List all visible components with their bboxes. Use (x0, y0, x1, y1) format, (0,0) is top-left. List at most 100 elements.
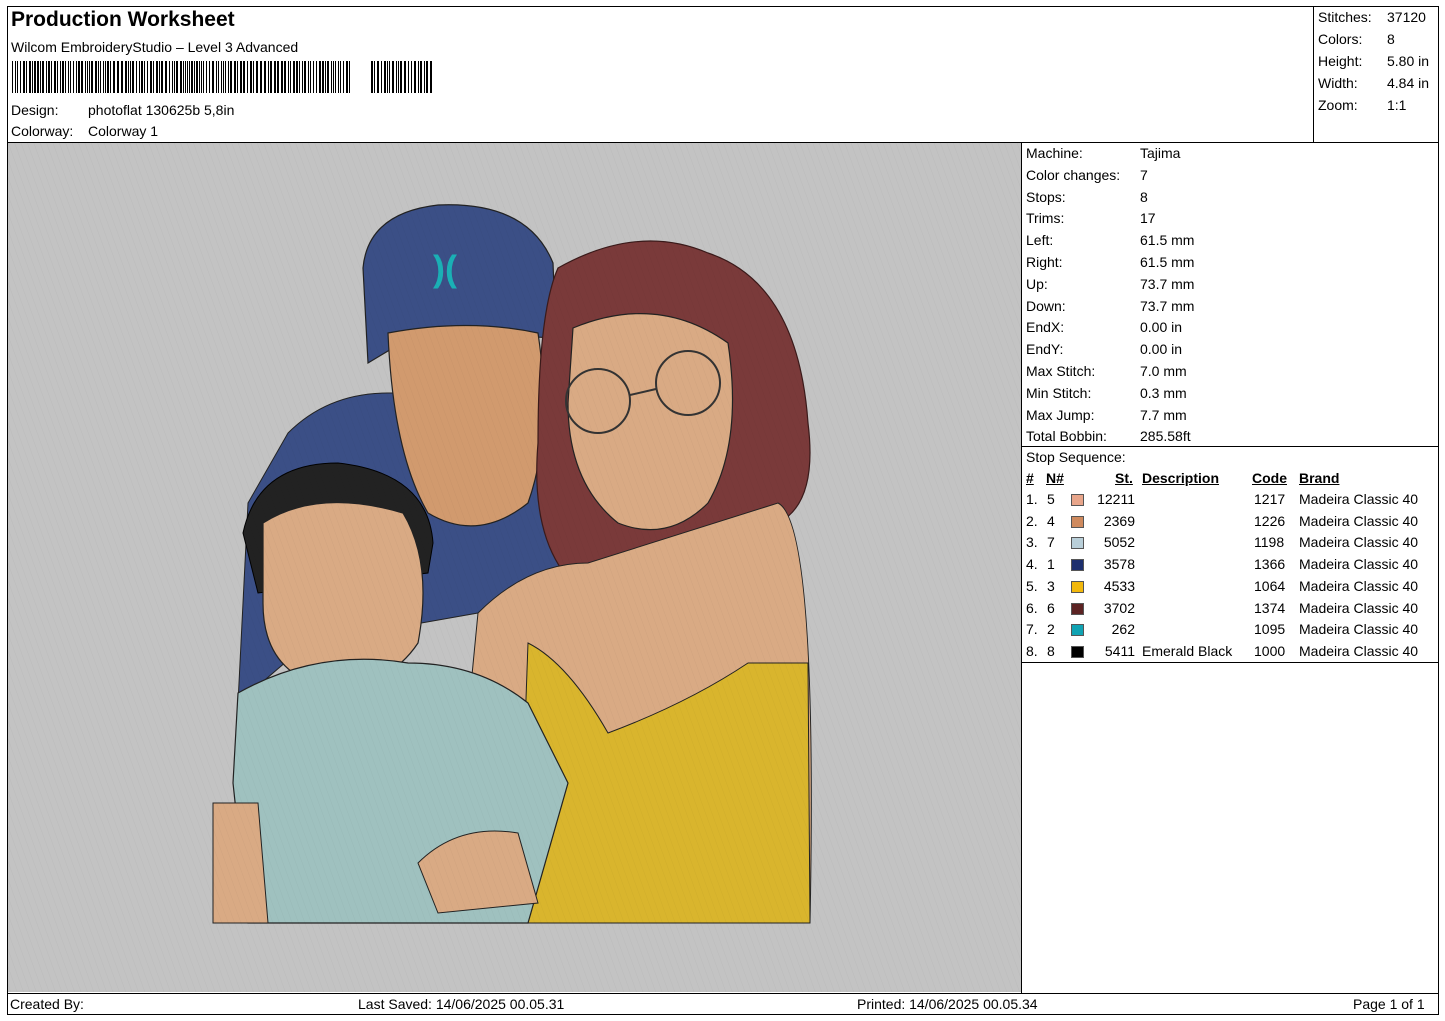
info-label: Up: (1026, 275, 1048, 292)
stop-row: 5. 3 4533 1064 Madeira Classic 40 (1022, 577, 1438, 599)
info-row: Color changes: 7 (1022, 165, 1438, 187)
thread-color-swatch (1071, 624, 1084, 637)
stop-brand: Madeira Classic 40 (1299, 642, 1419, 659)
info-label: Min Stitch: (1026, 384, 1092, 401)
info-value: 61.5 mm (1140, 232, 1195, 249)
stop-row: 3. 7 5052 1198 Madeira Classic 40 (1022, 533, 1438, 555)
stop-idx: 2. (1026, 512, 1038, 529)
stop-st: 2369 (1103, 512, 1135, 529)
info-label: Machine: (1026, 145, 1083, 161)
info-row: Right: 61.5 mm (1022, 252, 1438, 274)
info-row: Up: 73.7 mm (1022, 274, 1438, 296)
stat-value: 1:1 (1387, 97, 1407, 113)
info-label: Max Stitch: (1026, 362, 1096, 379)
stat-label: Colors: (1318, 31, 1363, 47)
info-value: 0.00 in (1140, 319, 1183, 336)
stop-n: 7 (1047, 534, 1055, 551)
thread-color-swatch (1071, 645, 1084, 658)
software-name: Wilcom EmbroideryStudio – Level 3 Advanc… (11, 39, 299, 55)
stat-label: Stitches: (1318, 9, 1372, 25)
table-divider (1022, 662, 1439, 663)
design-preview-canvas[interactable]: )( (8, 143, 1021, 992)
info-label: Right: (1026, 253, 1063, 270)
stop-idx: 5. (1026, 577, 1038, 594)
info-divider (1022, 446, 1439, 447)
stat-label: Zoom: (1318, 97, 1358, 113)
info-label: Total Bobbin: (1026, 428, 1107, 445)
stop-code: 1217 (1254, 491, 1286, 507)
stop-idx: 1. (1026, 491, 1038, 507)
stop-idx: 8. (1026, 642, 1038, 659)
stop-brand: Madeira Classic 40 (1299, 621, 1419, 638)
info-row: Max Stitch: 7.0 mm (1022, 361, 1438, 383)
stop-brand: Madeira Classic 40 (1299, 534, 1419, 551)
thread-color-swatch (1071, 537, 1084, 550)
created-by: Created By: (10, 996, 84, 1012)
design-row: Design: photoflat 130625b 5,8in (11, 102, 234, 118)
stat-stitches: Stitches: 37120 (1318, 7, 1436, 29)
thread-color-swatch (1071, 494, 1084, 506)
stop-code: 1374 (1254, 599, 1286, 616)
stat-value: 37120 (1387, 9, 1426, 25)
stop-idx: 4. (1026, 556, 1038, 573)
stop-row: 8. 8 5411 Emerald Black 1000 Madeira Classic … (1022, 642, 1438, 664)
stop-st: 5411 (1104, 642, 1135, 659)
info-row: Down: 73.7 mm (1022, 296, 1438, 318)
stop-code: 1095 (1254, 621, 1286, 638)
col-header-n: N# (1046, 470, 1064, 486)
stop-n: 8 (1047, 642, 1055, 659)
info-value: 61.5 mm (1140, 253, 1195, 270)
col-header-brand: Brand (1299, 470, 1340, 486)
stop-n: 3 (1047, 577, 1055, 594)
stop-brand: Madeira Classic 40 (1299, 556, 1419, 573)
stat-value: 5.80 in (1387, 53, 1430, 69)
stop-st: 5052 (1103, 534, 1135, 551)
info-label: EndY: (1026, 341, 1064, 358)
stop-st: 3578 (1103, 556, 1135, 573)
stop-row: 7. 2 262 1095 Madeira Classic 40 (1022, 620, 1438, 642)
stats-divider (1313, 6, 1314, 143)
last-saved: Last Saved: 14/06/2025 00.05.31 (358, 996, 565, 1012)
stop-n: 1 (1047, 556, 1055, 573)
info-value: 7.7 mm (1140, 406, 1187, 423)
embroidery-design-image: )( (8, 143, 1021, 992)
stop-idx: 7. (1026, 621, 1038, 638)
info-value: 0.00 in (1140, 341, 1183, 358)
info-label: Left: (1026, 232, 1054, 249)
col-header-code: Code (1252, 470, 1287, 486)
stop-n: 6 (1047, 599, 1055, 616)
info-value: 7 (1140, 166, 1148, 183)
stop-code: 1366 (1254, 556, 1286, 573)
info-row: EndX: 0.00 in (1022, 317, 1438, 339)
info-row: Max Jump: 7.7 mm (1022, 405, 1438, 427)
info-value: 7.0 mm (1140, 362, 1187, 379)
stat-height: Height: 5.80 in (1318, 51, 1436, 73)
barcode (12, 61, 432, 93)
info-label: Down: (1026, 297, 1066, 314)
stop-row: 2. 4 2369 1226 Madeira Classic 40 (1022, 512, 1438, 534)
info-row: Stops: 8 (1022, 187, 1438, 209)
thread-color-swatch (1071, 602, 1084, 615)
info-value: 73.7 mm (1140, 275, 1195, 292)
machine-info-panel: Machine: Tajima Color changes: 7 Stops: 8 T… (1022, 143, 1438, 448)
col-header-stitches: St. (1115, 470, 1133, 486)
colorway-value: Colorway 1 (88, 123, 159, 139)
stop-row: 6. 6 3702 1374 Madeira Classic 40 (1022, 599, 1438, 621)
info-label: Max Jump: (1026, 406, 1095, 423)
stop-row: 4. 1 3578 1366 Madeira Classic 40 (1022, 555, 1438, 577)
stop-code: 1226 (1254, 512, 1286, 529)
thread-color-swatch (1071, 580, 1084, 593)
stop-idx: 6. (1026, 599, 1038, 616)
info-row: Trims: 17 (1022, 208, 1438, 230)
stop-st: 4533 (1103, 577, 1135, 594)
stop-brand: Madeira Classic 40 (1299, 599, 1419, 616)
stop-desc: Emerald Black (1142, 642, 1233, 659)
stat-label: Height: (1318, 53, 1363, 69)
thread-color-swatch (1071, 515, 1084, 528)
stop-brand: Madeira Classic 40 (1299, 491, 1419, 507)
stop-n: 2 (1047, 621, 1055, 638)
info-label: EndX: (1026, 319, 1065, 336)
design-label: Design: (11, 102, 59, 118)
info-value: 17 (1140, 210, 1156, 227)
stat-value: 8 (1387, 31, 1395, 47)
